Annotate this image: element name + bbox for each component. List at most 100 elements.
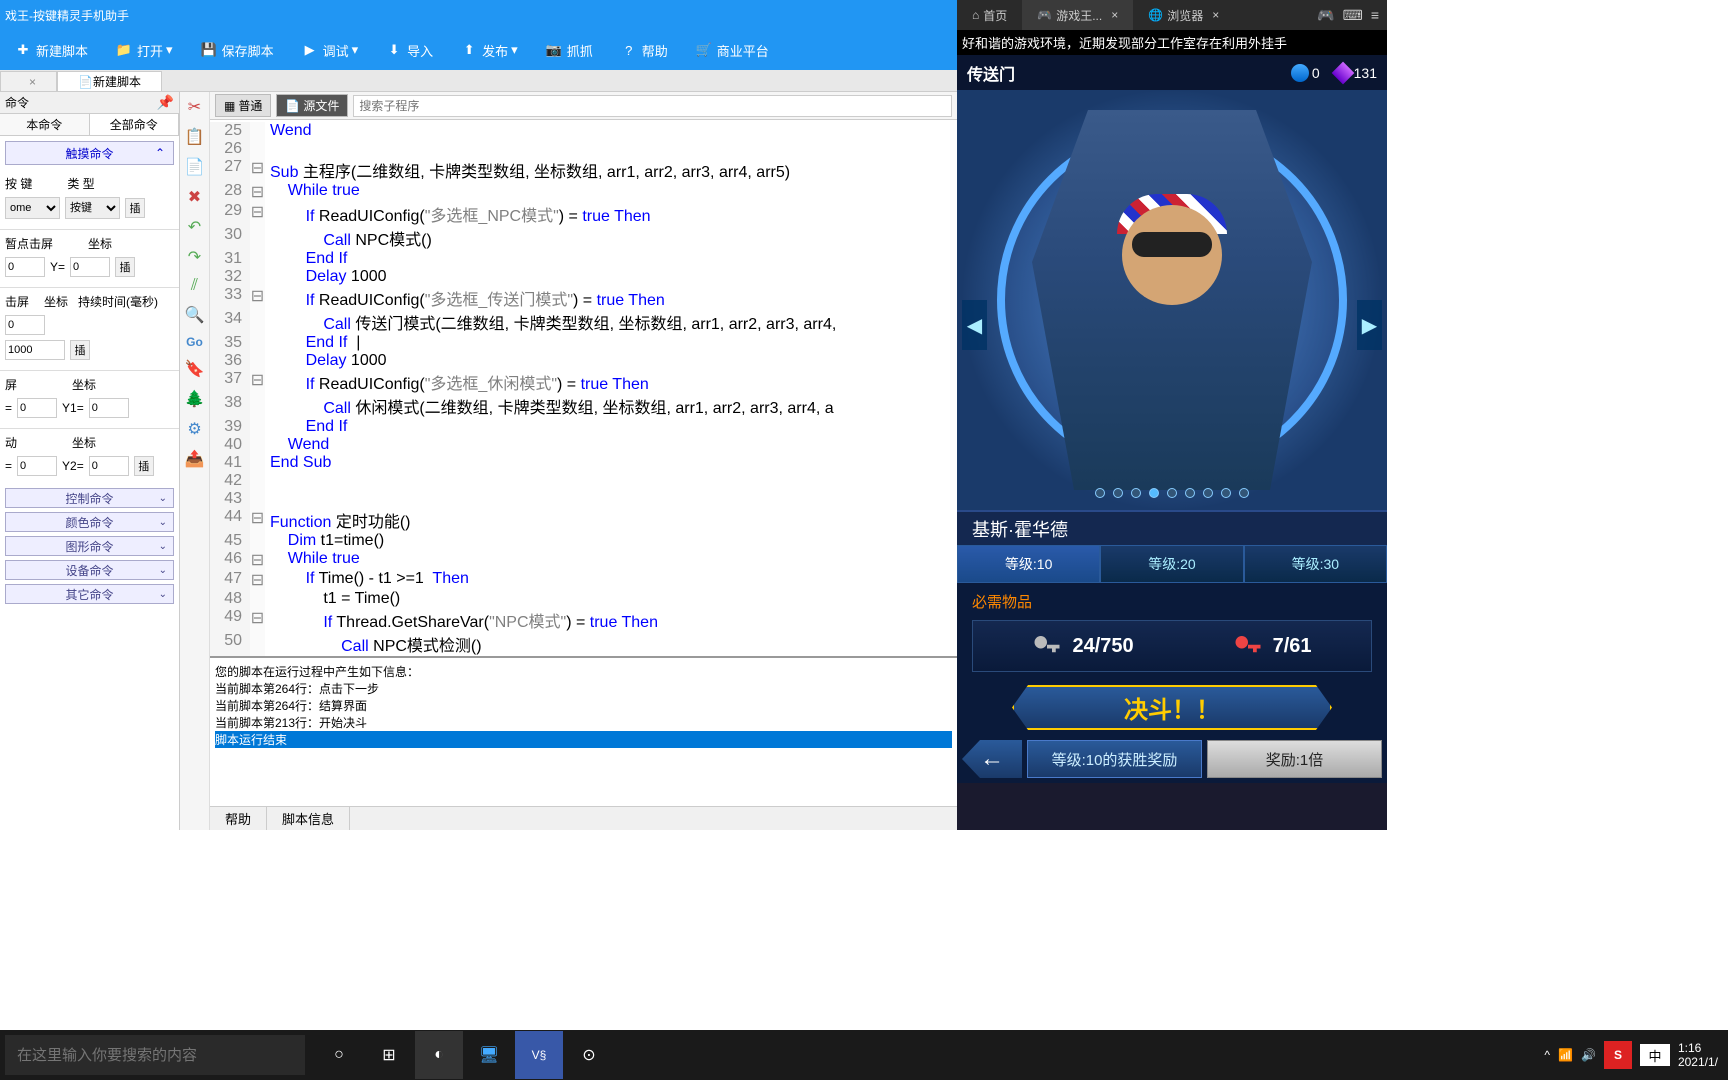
prev-character-button[interactable]: ◀ bbox=[962, 300, 987, 350]
debug-button[interactable]: ▶调试▾ bbox=[292, 35, 367, 65]
windows-search[interactable] bbox=[5, 1035, 305, 1075]
tab-all-commands[interactable]: 全部命令 bbox=[90, 114, 180, 135]
dot[interactable] bbox=[1095, 488, 1105, 498]
search-icon[interactable]: 🔍 bbox=[185, 305, 205, 325]
code-editor[interactable]: 25Wend2627⊟Sub 主程序(二维数组, 卡牌类型数组, 坐标数组, a… bbox=[210, 120, 957, 656]
currency-gems[interactable]: 131 bbox=[1335, 65, 1377, 81]
value-input[interactable] bbox=[5, 315, 45, 335]
subroutine-search[interactable] bbox=[353, 95, 952, 117]
cut-icon[interactable]: ✂ bbox=[188, 97, 201, 117]
next-character-button[interactable]: ▶ bbox=[1357, 300, 1382, 350]
import-button[interactable]: ⬇导入 bbox=[376, 35, 441, 65]
dot[interactable] bbox=[1167, 488, 1177, 498]
level-30-tab[interactable]: 等级:30 bbox=[1244, 545, 1387, 583]
save-button[interactable]: 💾保存脚本 bbox=[191, 35, 282, 65]
biz-button[interactable]: 🛒商业平台 bbox=[686, 35, 777, 65]
tab-my-commands[interactable]: 本命令 bbox=[0, 114, 90, 135]
system-tray: ^ 📶 🔊 S 中 1:162021/1/ bbox=[1544, 1041, 1728, 1069]
y1-input[interactable] bbox=[89, 398, 129, 418]
y-input[interactable] bbox=[70, 257, 110, 277]
back-button[interactable]: ← bbox=[962, 740, 1022, 778]
device-commands[interactable]: 设备命令⌄ bbox=[5, 560, 174, 580]
reward-button[interactable]: 等级:10的获胜奖励 bbox=[1027, 740, 1202, 778]
key-select[interactable]: ome bbox=[5, 197, 60, 219]
output-line: 您的脚本在运行过程中产生如下信息： bbox=[215, 663, 952, 680]
normal-view-button[interactable]: ▦普通 bbox=[215, 94, 271, 117]
close-icon[interactable]: × bbox=[29, 75, 36, 89]
level-20-tab[interactable]: 等级:20 bbox=[1100, 545, 1243, 583]
open-button[interactable]: 📁打开▾ bbox=[106, 35, 181, 65]
dot[interactable] bbox=[1131, 488, 1141, 498]
bonus-button[interactable]: 奖励:1倍 bbox=[1207, 740, 1382, 778]
tray-network-icon[interactable]: 📶 bbox=[1558, 1048, 1573, 1062]
pin-icon[interactable]: 📌 bbox=[157, 94, 174, 111]
insert-button[interactable]: 插 bbox=[115, 257, 135, 277]
control-commands[interactable]: 控制命令⌄ bbox=[5, 488, 174, 508]
taskbar-app-2[interactable]: 🖥 bbox=[465, 1031, 513, 1079]
screenshot-button[interactable]: 📷抓抓 bbox=[536, 35, 601, 65]
shape-commands[interactable]: 图形命令⌄ bbox=[5, 536, 174, 556]
y2-input[interactable] bbox=[89, 456, 129, 476]
dot[interactable] bbox=[1203, 488, 1213, 498]
tab-game[interactable]: 🎮游戏王...× bbox=[1022, 0, 1133, 30]
tab-browser[interactable]: 🌐浏览器× bbox=[1133, 0, 1234, 30]
color-commands[interactable]: 颜色命令⌄ bbox=[5, 512, 174, 532]
new-script-button[interactable]: ✚新建脚本 bbox=[5, 35, 96, 65]
redo-icon[interactable]: ↷ bbox=[188, 247, 201, 267]
tray-ime-icon[interactable]: 中 bbox=[1640, 1044, 1670, 1066]
copy-icon[interactable]: 📋 bbox=[185, 127, 205, 147]
dot[interactable] bbox=[1113, 488, 1123, 498]
currency-coins[interactable]: 0 bbox=[1291, 64, 1320, 82]
undo-icon[interactable]: ↶ bbox=[188, 217, 201, 237]
dot[interactable] bbox=[1239, 488, 1249, 498]
export-icon[interactable]: 📤 bbox=[185, 449, 205, 469]
dot[interactable] bbox=[1149, 488, 1159, 498]
play-icon: ▶ bbox=[300, 40, 320, 60]
keyboard-icon[interactable]: ⌨ bbox=[1343, 7, 1363, 24]
comment-icon[interactable]: ⫽ bbox=[191, 277, 198, 295]
x-input[interactable] bbox=[5, 257, 45, 277]
touch-command-header[interactable]: 触摸命令⌃ bbox=[5, 141, 174, 165]
value-input[interactable] bbox=[17, 456, 57, 476]
bookmark-icon[interactable]: 🔖 bbox=[185, 359, 205, 379]
dot[interactable] bbox=[1185, 488, 1195, 498]
tray-sogou-icon[interactable]: S bbox=[1604, 1041, 1632, 1069]
other-commands[interactable]: 其它命令⌄ bbox=[5, 584, 174, 604]
tray-volume-icon[interactable]: 🔊 bbox=[1581, 1048, 1596, 1062]
level-10-tab[interactable]: 等级:10 bbox=[957, 545, 1100, 583]
more-icon[interactable]: ≡ bbox=[1371, 7, 1379, 24]
tab-1[interactable]: × bbox=[0, 71, 57, 91]
taskbar-app-visio[interactable]: V§ bbox=[515, 1031, 563, 1079]
taskbar-app-obs[interactable]: ⊙ bbox=[565, 1031, 613, 1079]
main-toolbar: ✚新建脚本 📁打开▾ 💾保存脚本 ▶调试▾ ⬇导入 ⬆发布▾ 📷抓抓 ?帮助 🛒… bbox=[0, 30, 957, 70]
cortana-icon[interactable]: ○ bbox=[315, 1031, 363, 1079]
chevron-down-icon: ⌄ bbox=[159, 541, 167, 552]
tree-icon[interactable]: 🌲 bbox=[185, 389, 205, 409]
value-input[interactable] bbox=[17, 398, 57, 418]
go-icon[interactable]: Go bbox=[186, 335, 203, 349]
delete-icon[interactable]: ✖ bbox=[188, 187, 201, 207]
script-info-tab[interactable]: 脚本信息 bbox=[267, 807, 350, 830]
publish-button[interactable]: ⬆发布▾ bbox=[451, 35, 526, 65]
task-view-icon[interactable]: ⊞ bbox=[365, 1031, 413, 1079]
insert-button[interactable]: 插 bbox=[134, 456, 154, 476]
close-icon[interactable]: × bbox=[1111, 8, 1118, 22]
insert-button[interactable]: 插 bbox=[125, 198, 145, 218]
settings-icon[interactable]: ⚙ bbox=[187, 419, 201, 439]
gamepad-icon[interactable]: 🎮 bbox=[1317, 7, 1334, 24]
paste-icon[interactable]: 📄 bbox=[185, 157, 205, 177]
help-button[interactable]: ?帮助 bbox=[611, 35, 676, 65]
type-select[interactable]: 按键 bbox=[65, 197, 120, 219]
taskbar-app-1[interactable]: ◐ bbox=[415, 1031, 463, 1079]
close-icon[interactable]: × bbox=[1212, 8, 1219, 22]
tray-chevron-icon[interactable]: ^ bbox=[1544, 1048, 1550, 1062]
duration-input[interactable] bbox=[5, 340, 65, 360]
tab-new-script[interactable]: 📄新建脚本 bbox=[57, 71, 162, 91]
tab-home[interactable]: ⌂首页 bbox=[957, 0, 1022, 30]
source-view-button[interactable]: 📄源文件 bbox=[276, 94, 348, 117]
duel-button[interactable]: 决斗！！ bbox=[1012, 685, 1332, 730]
help-tab[interactable]: 帮助 bbox=[210, 807, 267, 830]
tray-clock[interactable]: 1:162021/1/ bbox=[1678, 1041, 1718, 1069]
insert-button[interactable]: 插 bbox=[70, 340, 90, 360]
dot[interactable] bbox=[1221, 488, 1231, 498]
